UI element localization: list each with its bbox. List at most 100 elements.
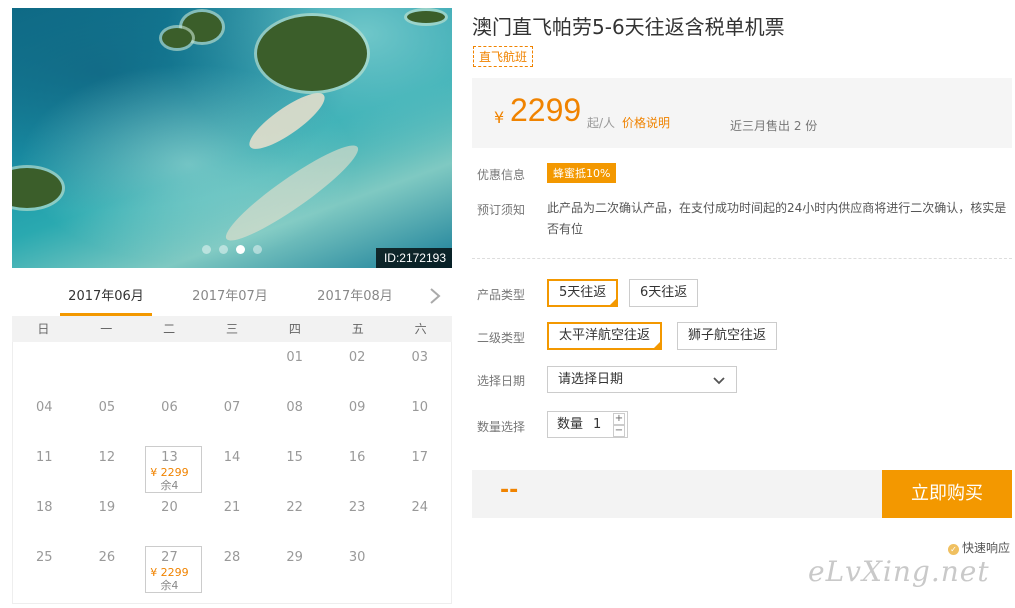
quantity-stepper: 数量 1 + − (547, 411, 628, 438)
option-lion-air[interactable]: 狮子航空往返 (677, 322, 778, 350)
carousel-dot-active[interactable] (236, 245, 245, 254)
price-unit: 起/人 (587, 116, 616, 130)
calendar-day: 05 (76, 392, 139, 442)
option-pacific-airlines[interactable]: 太平洋航空往返 (547, 322, 663, 350)
calendar-day: 29 (263, 542, 326, 592)
minus-icon[interactable]: − (613, 425, 625, 437)
calendar-day: 16 (326, 442, 389, 492)
calendar-day-number: 01 (286, 350, 303, 365)
carousel-dot[interactable] (219, 245, 228, 254)
option-5-day-round-trip[interactable]: 5天往返 (547, 279, 619, 307)
quantity-label: 数量选择 (477, 420, 526, 434)
calendar-day-number: 23 (348, 500, 366, 515)
calendar-day-available[interactable]: 27 ¥ 2299 余4 (138, 542, 203, 593)
tab-month-july[interactable]: 2017年07月 (184, 280, 276, 316)
calendar-day (388, 542, 451, 592)
month-tabs: 2017年06月 2017年07月 2017年08月 (12, 280, 452, 316)
calendar-day-number: 11 (36, 450, 53, 465)
product-title: 澳门直飞帕劳5-6天往返含税单机票 (472, 15, 785, 39)
calendar-day-number: 09 (348, 400, 366, 415)
calendar-day-number: 26 (98, 550, 116, 565)
calendar-day-number: 08 (286, 400, 303, 415)
calendar-day-number: 28 (223, 550, 241, 565)
direct-flight-tag: 直飞航班 (473, 46, 534, 67)
calendar-day-number: 29 (286, 550, 303, 565)
photo-island (407, 11, 445, 23)
chevron-right-icon[interactable] (428, 286, 446, 310)
calendar-day-number: 06 (161, 400, 178, 415)
calendar-day: 25 (13, 542, 76, 592)
plus-icon[interactable]: + (613, 413, 625, 425)
calendar-day: 14 (201, 442, 264, 492)
date-select-value: 请选择日期 (558, 372, 624, 387)
calendar-day (138, 342, 201, 392)
calendar-day: 26 (76, 542, 139, 592)
price-box: ¥ 2299 起/人 价格说明 近三月售出 2 份 (472, 78, 1012, 148)
calendar-day (76, 342, 139, 392)
calendar-week-row: 01 02 03 (13, 342, 451, 392)
total-price: -- (500, 478, 519, 503)
calendar-day-number: 24 (411, 500, 429, 515)
calendar-day-number: 17 (411, 450, 429, 465)
check-badge-icon: ✓ (948, 544, 959, 555)
tab-month-august[interactable]: 2017年08月 (309, 280, 401, 316)
sold-count: 近三月售出 2 份 (730, 119, 818, 133)
calendar-day: 28 (201, 542, 264, 592)
promo-badge: 蜂蜜抵10% (547, 163, 617, 183)
calendar-day: 07 (201, 392, 264, 442)
fast-response-label: 快速响应 (962, 541, 1011, 555)
weekday-label: 一 (100, 322, 113, 336)
buy-now-button[interactable]: 立即购买 (882, 470, 1012, 518)
calendar-day-number: 25 (36, 550, 53, 565)
calendar-day-number: 10 (411, 400, 429, 415)
calendar-day: 11 (13, 442, 76, 492)
product-photo[interactable]: ID:2172193 (12, 8, 452, 268)
option-6-day-round-trip[interactable]: 6天往返 (629, 279, 699, 307)
quantity-value[interactable]: 1 (593, 412, 601, 437)
calendar-day: 30 (326, 542, 389, 592)
photo-id-badge: ID:2172193 (375, 248, 452, 268)
calendar-day: 21 (201, 492, 264, 542)
calendar-day: 01 (263, 342, 326, 392)
calendar-weekday-header: 日 一 二 三 四 五 六 (12, 316, 452, 342)
calendar-day: 06 (138, 392, 201, 442)
calendar-day: 10 (388, 392, 451, 442)
carousel-dot[interactable] (202, 245, 211, 254)
divider (472, 258, 1012, 259)
calendar-day: 03 (388, 342, 451, 392)
photo-island (162, 28, 192, 48)
calendar-week-row: 25 26 27 ¥ 2299 余4 28 29 30 (13, 542, 451, 593)
weekday-label: 二 (163, 322, 176, 336)
calendar-day-number: 02 (348, 350, 366, 365)
calendar-day: 18 (13, 492, 76, 542)
calendar-day: 12 (76, 442, 139, 492)
carousel-dot[interactable] (253, 245, 262, 254)
site-watermark: eLvXing.net (808, 555, 990, 588)
calendar-day-number: 18 (36, 500, 53, 515)
tab-month-june[interactable]: 2017年06月 (60, 280, 152, 316)
photo-island (257, 16, 367, 91)
weekday-label: 五 (351, 322, 364, 336)
total-bar: -- (472, 470, 882, 518)
promo-label: 优惠信息 (477, 168, 526, 182)
calendar-day-number: 12 (98, 450, 116, 465)
calendar-day (13, 342, 76, 392)
calendar-day: 09 (326, 392, 389, 442)
carousel-dots (202, 245, 262, 254)
price-explain-link[interactable]: 价格说明 (622, 114, 670, 131)
calendar-week-row: 11 12 13 ¥ 2299 余4 14 15 16 17 (13, 442, 451, 493)
subtype-label: 二级类型 (477, 331, 526, 345)
currency-symbol: ¥ (494, 108, 505, 127)
calendar-day: 17 (388, 442, 451, 492)
calendar-day: 24 (388, 492, 451, 542)
calendar-day: 15 (263, 442, 326, 492)
booking-notice: 此产品为二次确认产品，在支付成功时间起的24小时内供应商将进行二次确认，核实是否… (547, 201, 1007, 236)
date-select[interactable]: 请选择日期 (547, 366, 737, 393)
calendar-day-available[interactable]: 13 ¥ 2299 余4 (138, 442, 203, 493)
weekday-label: 日 (37, 322, 50, 336)
calendar-day-number: 21 (223, 500, 241, 515)
price-value: 2299 (510, 92, 582, 128)
weekday-label: 四 (288, 322, 301, 336)
product-type-label: 产品类型 (477, 288, 526, 302)
date-label: 选择日期 (477, 374, 526, 388)
